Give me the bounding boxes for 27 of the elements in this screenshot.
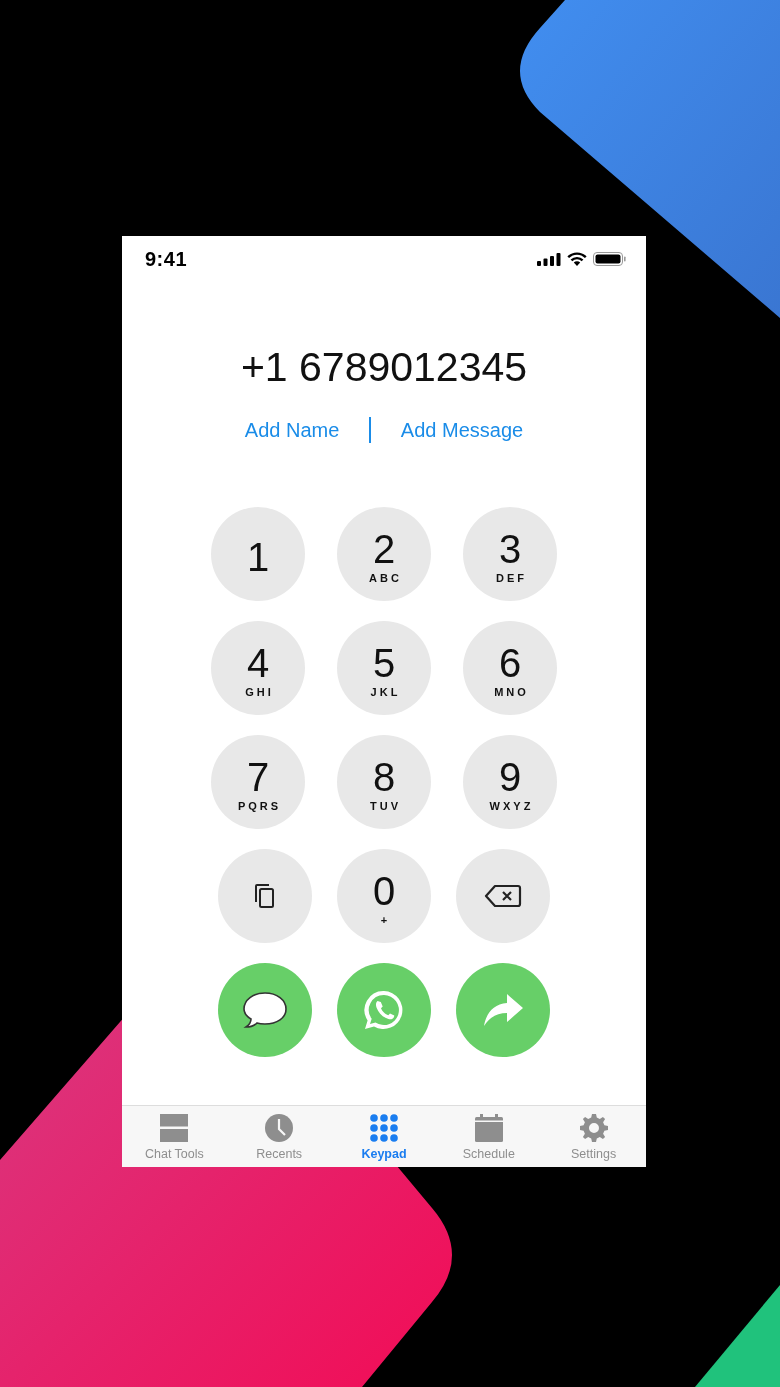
calendar-icon: [474, 1114, 503, 1142]
settings-icon: [579, 1114, 608, 1142]
dial-key[interactable]: 6 MNO: [463, 621, 557, 715]
battery-icon: [593, 252, 626, 266]
curved-arrow-icon: [481, 992, 525, 1028]
wifi-icon: [567, 252, 587, 266]
copy-icon: [253, 883, 277, 909]
dial-key[interactable]: 3 DEF: [463, 507, 557, 601]
add-link[interactable]: Add Message: [400, 418, 524, 442]
speech-bubble-icon: [242, 990, 288, 1030]
status-time: 9:41: [145, 247, 188, 271]
dial-key[interactable]: 9 WXYZ: [463, 735, 557, 829]
signal-icon: [537, 252, 561, 266]
add-link[interactable]: Add Name: [244, 418, 340, 442]
dialed-number: +1 6789012345: [240, 343, 528, 391]
dial-key[interactable]: 7 PQRS: [211, 735, 305, 829]
dial-key[interactable]: 4 GHI: [211, 621, 305, 715]
backspace-icon: [484, 884, 522, 908]
dial-key[interactable]: 8 TUV: [337, 735, 431, 829]
dial-key[interactable]: 5 JKL: [337, 621, 431, 715]
clock-icon: [265, 1114, 294, 1142]
keypad-icon: [370, 1114, 398, 1142]
dial-key[interactable]: 2 ABC: [337, 507, 431, 601]
dial-key[interactable]: 1: [211, 507, 305, 601]
tab[interactable]: Keypad: [331, 1106, 437, 1167]
stacked-panels-icon: [160, 1114, 189, 1142]
dial-key[interactable]: 0 +: [337, 849, 431, 943]
